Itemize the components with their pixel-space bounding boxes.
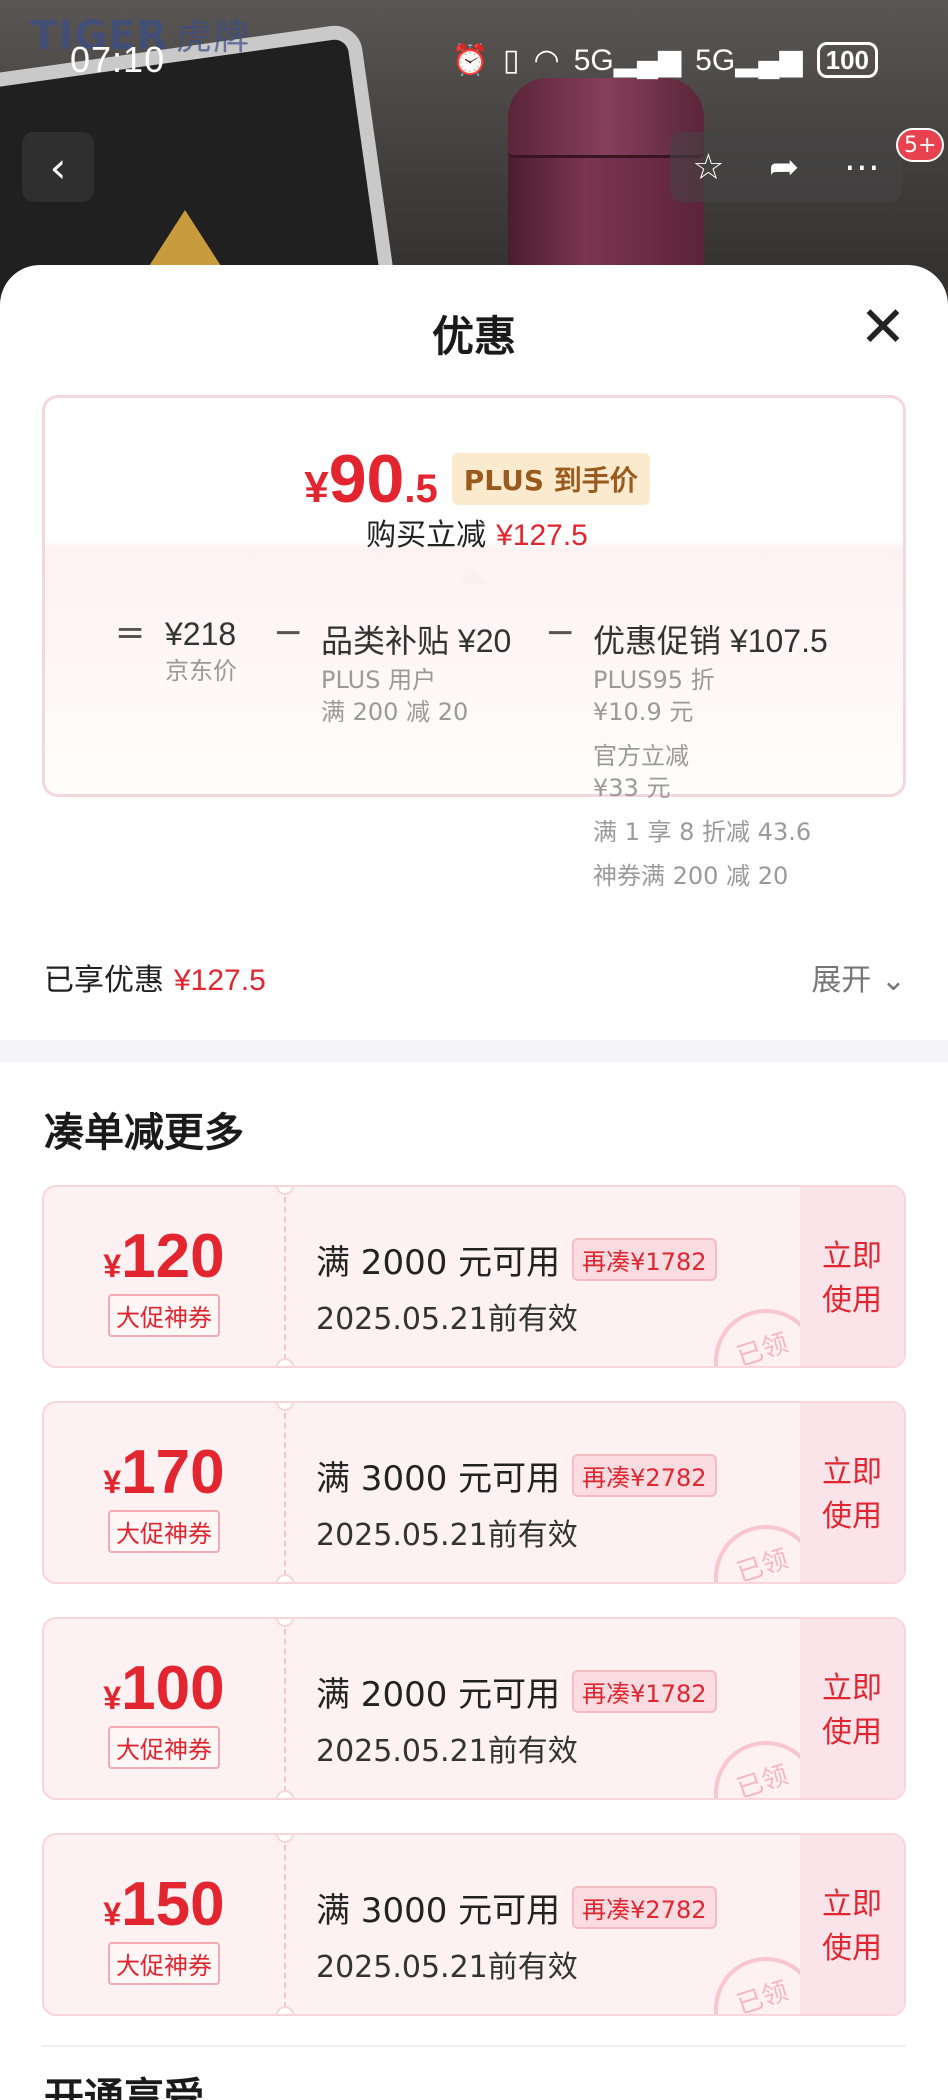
top-action-group: ☆ ➦ ⋯ [670, 132, 902, 202]
coupon-dashed-divider [284, 1403, 286, 1582]
minus-sign: − [273, 612, 304, 653]
equals-sign: = [115, 612, 146, 653]
coupon-amount: ¥120 [103, 1221, 225, 1291]
status-icons: ⏰ ▯ ◠ 5G▂▄▆ 5G▂▄▆ 100 [452, 42, 878, 78]
share-icon[interactable]: ➦ [769, 147, 799, 188]
coupon-amount-area: ¥170 大促神券 [44, 1403, 284, 1582]
coupon-validity: 2025.05.21前有效 [316, 1302, 578, 1337]
signal-5g-icon-2: 5G▂▄▆ [695, 43, 803, 77]
alarm-icon: ⏰ [451, 43, 490, 77]
coupon-condition: 满 2000 元可用 [316, 1675, 561, 1715]
coupon-condition: 满 3000 元可用 [316, 1459, 561, 1499]
final-price: ¥90.5 [304, 441, 438, 517]
coupon-gap-tag: 再凑¥2782 [572, 1454, 717, 1497]
coupon-info: 满 2000 元可用 再凑¥1782 2025.05.21前有效 [316, 1667, 717, 1770]
coupon-amount: ¥150 [103, 1869, 225, 1939]
pointer-triangle [459, 570, 487, 584]
back-button[interactable]: ‹ [22, 132, 94, 202]
coupon-amount-area: ¥120 大促神券 [44, 1187, 284, 1366]
enjoyed-discount: 已享优惠 ¥127.5 [44, 963, 266, 998]
status-time: 07:10 [70, 39, 166, 80]
coupon-dashed-divider [284, 1187, 286, 1366]
coupon-amount-area: ¥100 大促神券 [44, 1619, 284, 1798]
sheet-title: 优惠 [431, 312, 516, 361]
coupon-gap-tag: 再凑¥1782 [572, 1238, 717, 1281]
chevron-down-icon: ⌄ [880, 963, 906, 998]
favorite-star-icon[interactable]: ☆ [692, 147, 724, 188]
discount-sheet: 优惠 ✕ ¥90.5 PLUS 到手价 购买立减 ¥127.5 = ¥218 京东… [0, 265, 948, 2100]
coupon-info: 满 3000 元可用 再凑¥2782 2025.05.21前有效 [316, 1883, 717, 1986]
coupon-condition: 满 3000 元可用 [316, 1891, 561, 1931]
section-divider [0, 1040, 948, 1062]
coupon-condition: 满 2000 元可用 [316, 1243, 561, 1283]
coupon-notch [276, 1790, 294, 1798]
coupon-type-label: 大促神券 [108, 1509, 220, 1553]
minus-sign-2: − [545, 612, 576, 653]
expand-toggle[interactable]: 展开 ⌄ [811, 955, 906, 999]
use-now-button[interactable]: 立即 使用 [800, 1187, 904, 1366]
price-card: ¥90.5 PLUS 到手价 购买立减 ¥127.5 = ¥218 京东价 − 品… [42, 395, 909, 890]
coupon-card: ¥100 大促神券满 2000 元可用 再凑¥1782 2025.05.21前有效 已领… [42, 1617, 906, 1800]
coupon-card: ¥120 大促神券满 2000 元可用 再凑¥1782 2025.05.21前有效 已领… [42, 1185, 906, 1368]
coupon-validity: 2025.05.21前有效 [316, 1518, 578, 1553]
use-now-button[interactable]: 立即 使用 [800, 1835, 904, 2014]
coupon-amount: ¥100 [103, 1653, 225, 1723]
coupon-notch [276, 2006, 294, 2014]
coupon-type-label: 大促神券 [108, 1941, 220, 1985]
status-bar: 07:10 ⏰ ▯ ◠ 5G▂▄▆ 5G▂▄▆ 100 [0, 0, 948, 120]
coupon-gap-tag: 再凑¥2782 [572, 1886, 717, 1929]
message-badge: 5+ [896, 128, 945, 162]
coupon-card: ¥170 大促神券满 3000 元可用 再凑¥2782 2025.05.21前有效 已领… [42, 1401, 906, 1584]
close-icon[interactable]: ✕ [858, 300, 908, 356]
wifi-icon: ◠ [533, 43, 560, 77]
coupon-gap-tag: 再凑¥1782 [572, 1670, 717, 1713]
next-section-title: 开通享受 [44, 2075, 204, 2100]
coupon-info: 满 2000 元可用 再凑¥1782 2025.05.21前有效 [316, 1235, 717, 1338]
coupon-validity: 2025.05.21前有效 [316, 1950, 578, 1985]
promotion-discount: 优惠促销 ¥107.5 PLUS95 折 ¥10.9 元 官方立减 ¥33 元 … [593, 623, 828, 890]
use-now-button[interactable]: 立即 使用 [800, 1403, 904, 1582]
instant-discount: 购买立减 ¥127.5 [366, 518, 588, 553]
chevron-left-icon: ‹ [49, 142, 67, 192]
vibrate-icon: ▯ [503, 43, 520, 77]
coupon-info: 满 3000 元可用 再凑¥2782 2025.05.21前有效 [316, 1451, 717, 1554]
coupon-type-label: 大促神券 [108, 1293, 220, 1337]
jd-price: ¥218 京东价 [165, 616, 237, 685]
coupon-amount: ¥170 [103, 1437, 225, 1507]
use-now-button[interactable]: 立即 使用 [800, 1619, 904, 1798]
coupon-notch [276, 1574, 294, 1582]
signal-5g-icon: 5G▂▄▆ [573, 43, 682, 77]
coupon-card: ¥150 大促神券满 3000 元可用 再凑¥2782 2025.05.21前有效 已领… [42, 1833, 906, 2016]
coupon-validity: 2025.05.21前有效 [316, 1734, 578, 1769]
plus-price-tag: PLUS 到手价 [451, 453, 650, 505]
section-separator [42, 2045, 906, 2047]
section-title: 凑单减更多 [44, 1110, 244, 1156]
coupon-notch [276, 1358, 294, 1366]
category-subsidy: 品类补贴 ¥20 PLUS 用户 满 200 减 20 [321, 623, 512, 726]
battery-icon: 100 [816, 42, 878, 78]
coupon-dashed-divider [284, 1835, 286, 2014]
coupon-amount-area: ¥150 大促神券 [44, 1835, 284, 2014]
coupon-type-label: 大促神券 [108, 1725, 220, 1769]
more-icon[interactable]: ⋯ [844, 147, 880, 188]
coupon-dashed-divider [284, 1619, 286, 1798]
final-price-row: ¥90.5 PLUS 到手价 [45, 440, 909, 518]
